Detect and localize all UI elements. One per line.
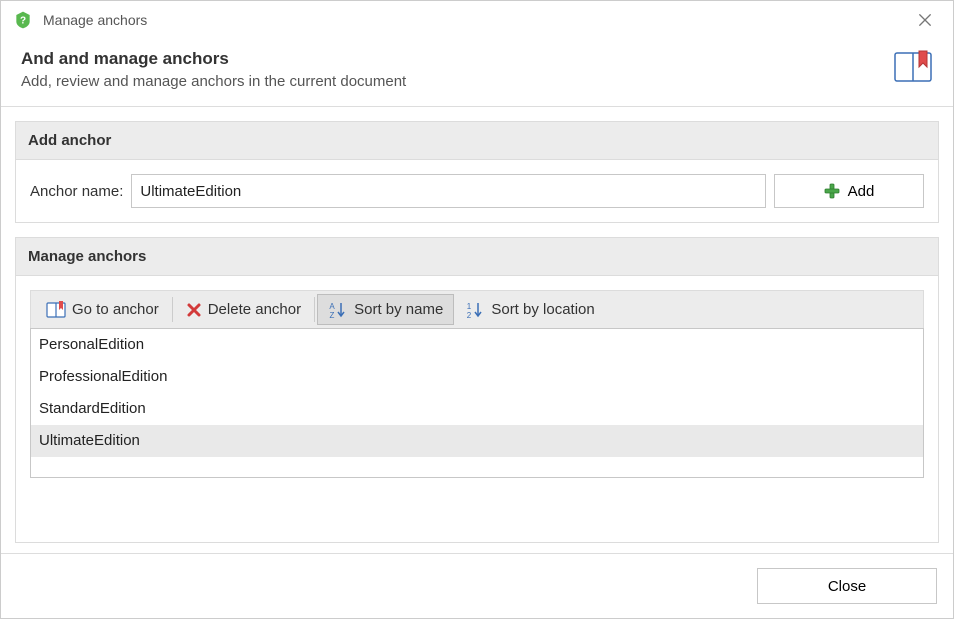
delete-anchor-button[interactable]: Delete anchor <box>175 294 312 325</box>
dialog-header: And and manage anchors Add, review and m… <box>1 39 953 107</box>
sort-by-name-label: Sort by name <box>354 301 443 318</box>
list-item[interactable]: PersonalEdition <box>31 329 923 361</box>
add-anchor-title: Add anchor <box>16 122 938 160</box>
sort-12-icon: 1 2 <box>465 301 485 319</box>
anchors-listbox[interactable]: PersonalEditionProfessionalEditionStanda… <box>30 328 924 478</box>
anchor-name-label: Anchor name: <box>30 183 123 200</box>
dialog-footer: Close <box>1 553 953 618</box>
add-anchor-group: Add anchor Anchor name: Add <box>15 121 939 223</box>
go-to-anchor-label: Go to anchor <box>72 301 159 318</box>
page-title: And and manage anchors <box>21 49 893 69</box>
dialog-window: ? Manage anchors And and manage anchors … <box>0 0 954 619</box>
close-button[interactable]: Close <box>757 568 937 604</box>
anchor-name-input[interactable] <box>131 174 766 208</box>
book-goto-icon <box>46 301 66 319</box>
window-title: Manage anchors <box>43 12 147 28</box>
sort-by-location-button[interactable]: 1 2 Sort by location <box>454 294 605 325</box>
sort-by-name-button[interactable]: A Z Sort by name <box>317 294 454 325</box>
page-subtitle: Add, review and manage anchors in the cu… <box>21 73 893 90</box>
svg-text:2: 2 <box>467 311 472 319</box>
svg-text:?: ? <box>20 15 26 26</box>
toolbar-separator <box>314 297 315 322</box>
delete-x-icon <box>186 302 202 318</box>
delete-anchor-label: Delete anchor <box>208 301 301 318</box>
svg-text:Z: Z <box>330 311 335 319</box>
sort-az-icon: A Z <box>328 301 348 319</box>
titlebar: ? Manage anchors <box>1 1 953 39</box>
book-bookmark-icon <box>893 49 933 85</box>
svg-text:1: 1 <box>467 302 472 311</box>
go-to-anchor-button[interactable]: Go to anchor <box>35 294 170 325</box>
list-item[interactable]: UltimateEdition <box>31 425 923 457</box>
svg-text:A: A <box>329 302 335 311</box>
list-item[interactable]: StandardEdition <box>31 393 923 425</box>
manage-anchors-title: Manage anchors <box>16 238 938 276</box>
add-button-label: Add <box>848 183 875 200</box>
plus-icon <box>824 183 840 199</box>
manage-anchors-group: Manage anchors Go to anchor <box>15 237 939 543</box>
app-icon: ? <box>13 10 33 30</box>
toolbar-separator <box>172 297 173 322</box>
add-button[interactable]: Add <box>774 174 924 208</box>
list-item[interactable]: ProfessionalEdition <box>31 361 923 393</box>
anchors-toolbar: Go to anchor Delete anchor <box>30 290 924 328</box>
sort-by-location-label: Sort by location <box>491 301 594 318</box>
close-icon[interactable] <box>909 4 941 36</box>
